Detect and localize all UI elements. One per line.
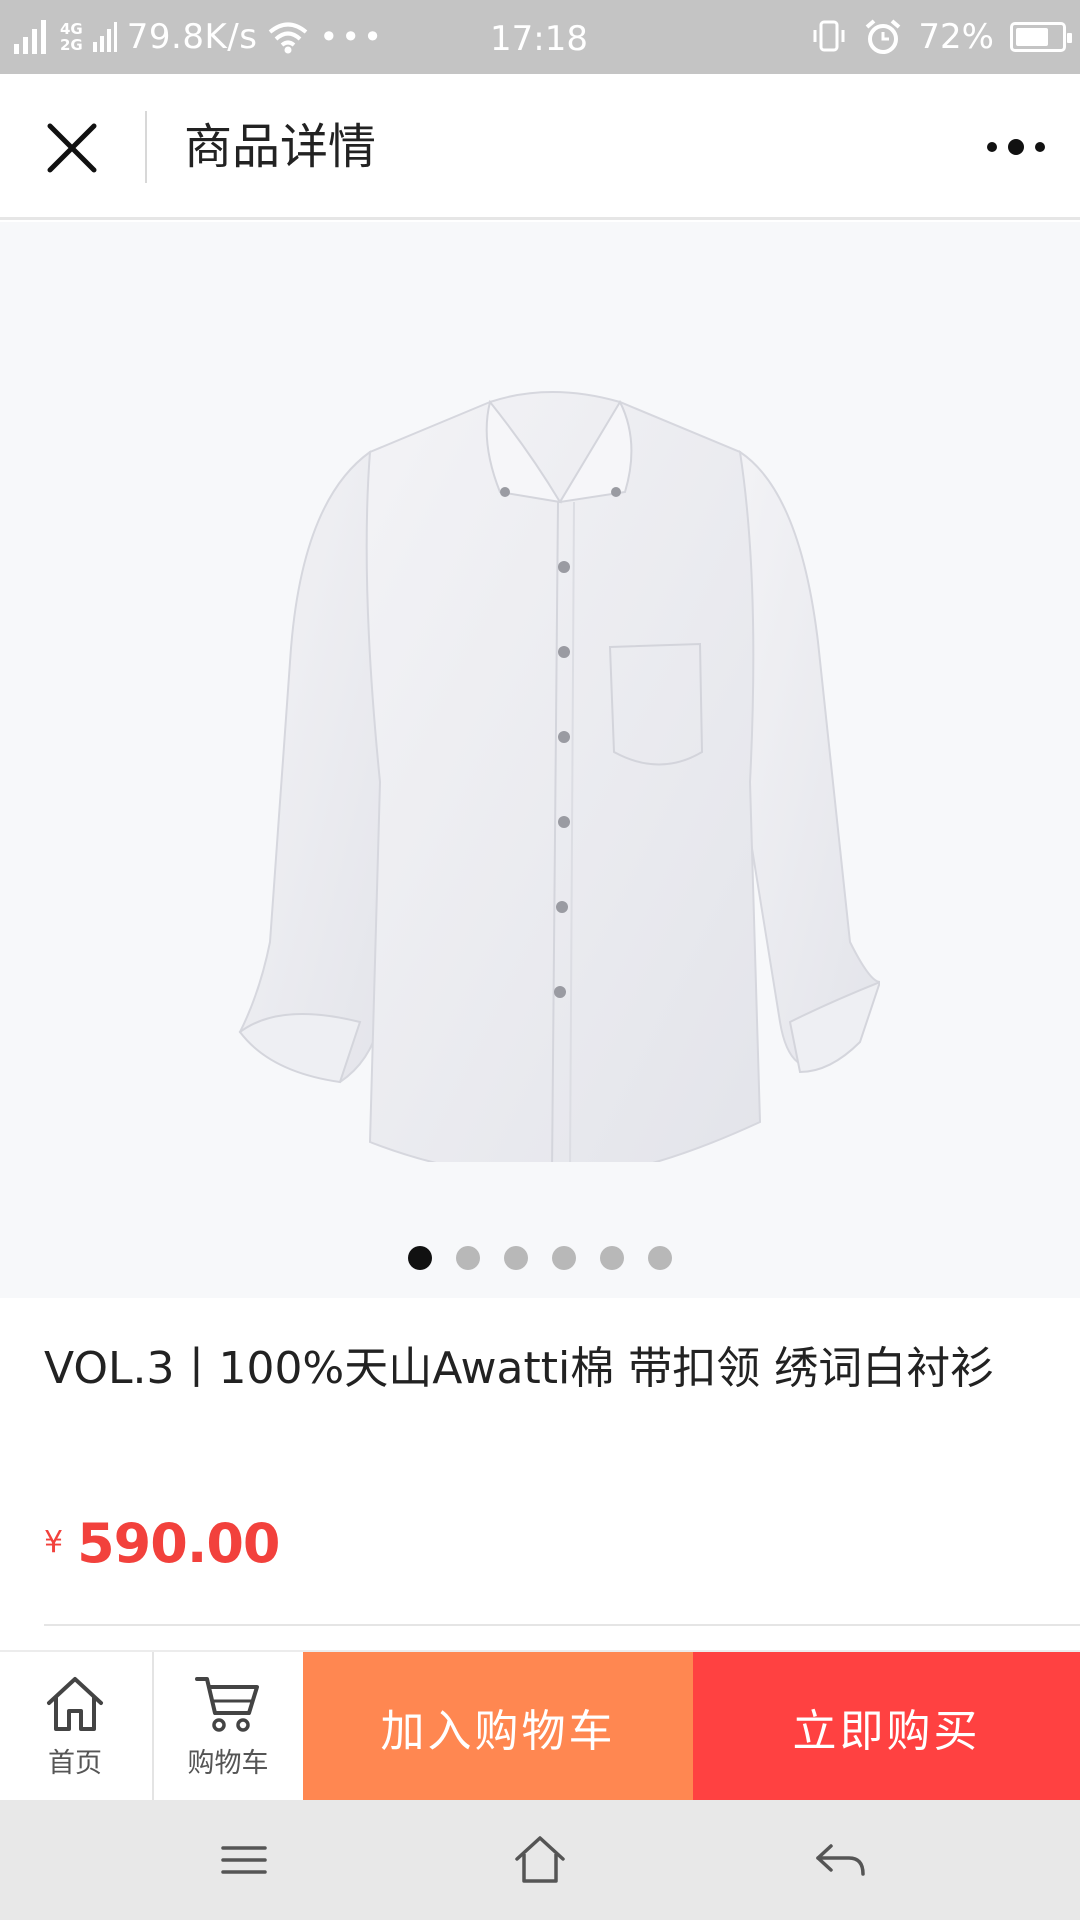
close-button[interactable]: [32, 102, 116, 192]
cart-tab-label: 购物车: [187, 1747, 269, 1779]
cart-tab[interactable]: 购物车: [152, 1652, 302, 1802]
battery-level: [1016, 28, 1048, 46]
carousel-dot[interactable]: [456, 1246, 480, 1270]
carousel-dot[interactable]: [504, 1246, 528, 1270]
divider: [44, 1624, 1080, 1626]
header-divider: [145, 111, 147, 183]
more-notifications: •••: [319, 18, 386, 56]
system-nav-bar: [0, 1800, 1080, 1920]
cart-icon: [195, 1676, 259, 1732]
home-tab-label: 首页: [48, 1747, 102, 1779]
carousel-dot[interactable]: [408, 1246, 432, 1270]
currency-symbol: ¥: [44, 1525, 64, 1560]
status-bar: 4G 2G 79.8K/s ••• 17:18 72%: [0, 0, 1080, 74]
page-title: 商品详情: [184, 119, 377, 175]
battery-icon: [1010, 22, 1072, 52]
clock: 17:18: [490, 19, 588, 59]
buy-now-button[interactable]: 立即购买: [693, 1652, 1080, 1802]
menu-icon: [221, 1846, 267, 1874]
carousel-dot[interactable]: [648, 1246, 672, 1270]
carousel-indicators: [0, 1246, 1080, 1270]
price-value: 590.00: [77, 1512, 280, 1575]
product-image-carousel[interactable]: [0, 222, 1080, 1298]
alarm-icon: [866, 19, 901, 54]
menu-button[interactable]: [204, 1830, 284, 1890]
system-home-button[interactable]: [500, 1830, 580, 1890]
more-dots-icon: [987, 139, 1045, 155]
network-type: 4G 2G: [60, 21, 83, 53]
add-to-cart-button[interactable]: 加入购物车: [303, 1652, 693, 1802]
back-icon: [816, 1844, 865, 1876]
vibrate-icon: [813, 20, 845, 52]
product-image: [238, 391, 880, 1162]
home-tab[interactable]: 首页: [0, 1652, 150, 1802]
signal-icon: [14, 20, 46, 54]
bottom-action-bar: 首页 购物车 加入购物车 立即购买: [0, 1650, 1080, 1802]
home-icon: [47, 1676, 103, 1731]
status-left: 4G 2G 79.8K/s •••: [14, 0, 385, 74]
page-header: 商品详情: [0, 74, 1080, 220]
network-label-4g: 4G: [60, 20, 83, 38]
back-button[interactable]: [800, 1830, 880, 1890]
carousel-dot[interactable]: [600, 1246, 624, 1270]
status-right: 72%: [812, 0, 1072, 74]
more-button[interactable]: [982, 118, 1054, 176]
home-icon: [515, 1836, 565, 1883]
battery-percent: 72%: [918, 17, 994, 57]
carousel-dot[interactable]: [552, 1246, 576, 1270]
signal-icon: [92, 22, 117, 52]
close-icon: [47, 123, 97, 173]
network-speed: 79.8K/s: [126, 17, 258, 57]
network-label-2g: 2G: [60, 36, 83, 54]
wifi-icon: [269, 22, 308, 54]
product-price: ¥ 590.00: [44, 1512, 280, 1575]
product-detail-page: 4G 2G 79.8K/s ••• 17:18 72% 商品详情 VOL.3丨1…: [0, 0, 1080, 1920]
product-title: VOL.3丨100%天山Awatti棉 带扣领 绣词白衬衫: [44, 1343, 995, 1394]
